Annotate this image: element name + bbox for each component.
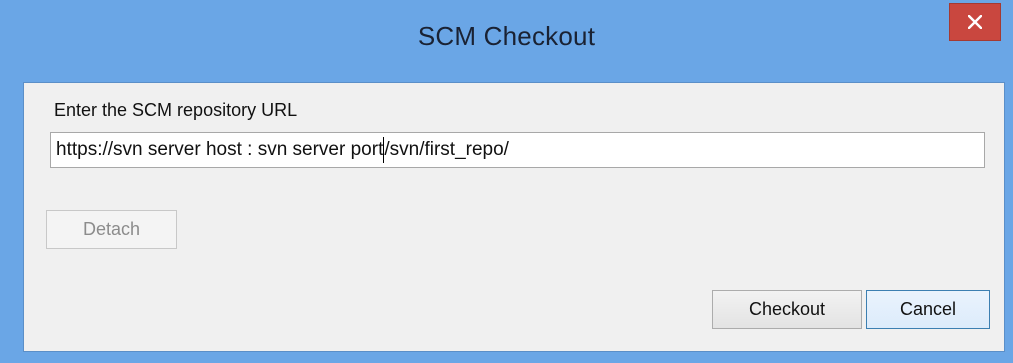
close-button[interactable] (949, 3, 1001, 41)
cancel-button[interactable]: Cancel (866, 290, 990, 329)
detach-button[interactable]: Detach (46, 210, 177, 249)
repository-url-label: Enter the SCM repository URL (54, 100, 298, 120)
scm-checkout-dialog: SCM Checkout Enter the SCM repository UR… (0, 0, 1013, 363)
dialog-title: SCM Checkout (417, 21, 596, 51)
close-icon (968, 15, 982, 29)
title-bar: SCM Checkout (0, 0, 1013, 82)
url-text-before-caret: https://svn server host : svn server por… (56, 139, 384, 160)
url-text-after-caret: /svn/first_repo/ (384, 139, 509, 160)
dialog-body: Enter the SCM repository URL https://svn… (23, 82, 1005, 352)
checkout-button[interactable]: Checkout (712, 290, 862, 329)
repository-url-input[interactable]: https://svn server host : svn server por… (50, 132, 985, 168)
